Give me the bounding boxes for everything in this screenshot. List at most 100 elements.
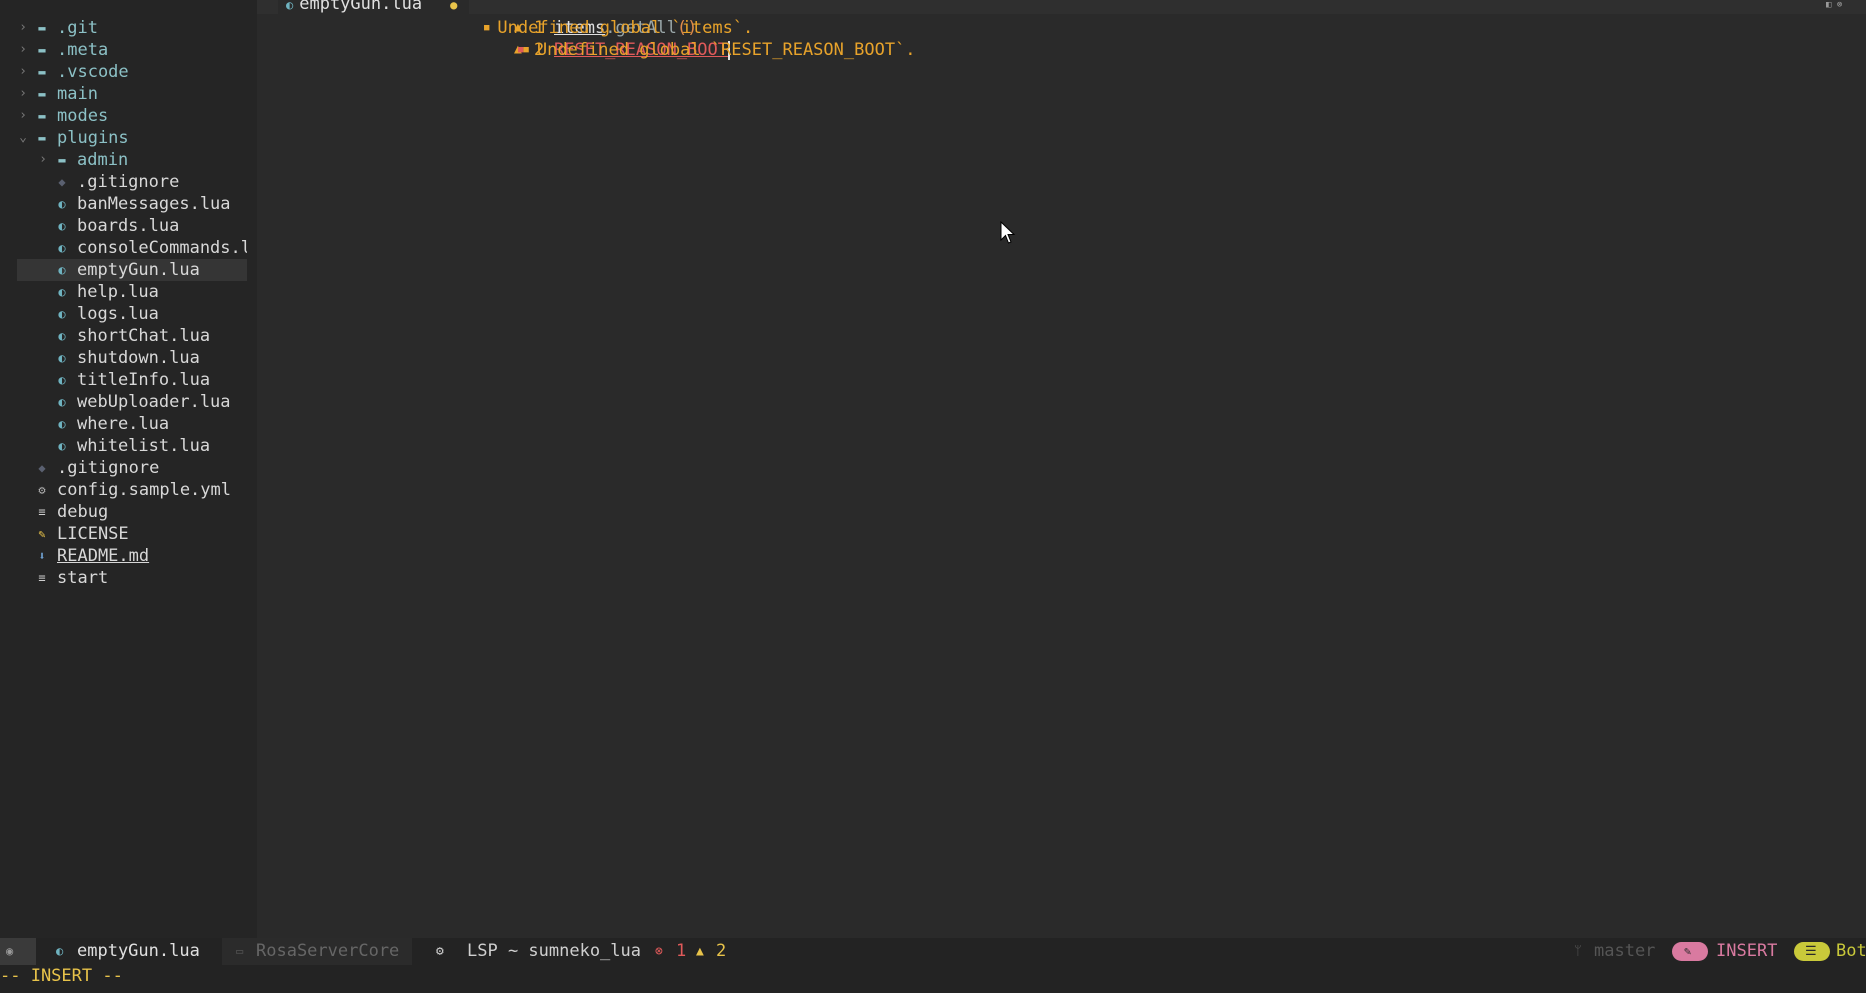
tab-emptygun[interactable]: ◐ emptyGun.lua ● <box>278 0 470 14</box>
file-explorer: › ▬ .git › ▬ .meta › ▬ .vscode › ▬ main › ▬ modes ⌄ ▬ plu… <box>0 0 257 938</box>
diagnostic-line-1: ■ Undefined global `items`. <box>484 17 753 39</box>
status-position: Bot <box>1836 941 1866 961</box>
status-lsp: LSP ~ sumneko_lua <box>467 941 641 961</box>
status-line: ◉ ◐ emptyGun.lua ▭ RosaServerCore ⚙ LSP … <box>0 938 1866 965</box>
warning-icon: ▲ <box>696 944 704 959</box>
tree-item-label: .git <box>57 18 98 38</box>
tree-file-shutdown-lua[interactable]: ◐ shutdown.lua <box>0 347 247 369</box>
tree-item-label: modes <box>57 106 109 126</box>
tree-item-label: logs.lua <box>77 304 159 324</box>
tree-file-start[interactable]: ≡ start <box>0 567 247 589</box>
lua-file-icon: ◐ <box>58 395 66 409</box>
folder-icon: ▬ <box>38 65 46 79</box>
tree-item-label: banMessages.lua <box>77 194 231 214</box>
record-icon: ◉ <box>6 944 14 958</box>
tree-file-titleinfo-lua[interactable]: ◐ titleInfo.lua <box>0 369 247 391</box>
text-file-icon: ≡ <box>38 571 46 585</box>
status-errors: 1 <box>676 941 687 961</box>
tree-file-emptygun-lua[interactable]: ◐ emptyGun.lua <box>17 259 247 281</box>
tree-folder-admin[interactable]: › ▬ admin <box>0 149 247 171</box>
chevron-down-icon[interactable]: ⌄ <box>16 127 30 149</box>
tree-file-debug[interactable]: ≡ debug <box>0 501 247 523</box>
tree-item-label: config.sample.yml <box>57 480 231 500</box>
lines-icon: ☰ <box>1805 944 1817 959</box>
markdown-file-icon: ⬇ <box>38 549 46 563</box>
status-mode: INSERT <box>1716 941 1778 961</box>
lsp-gear-icon: ⚙ <box>436 944 444 959</box>
status-project: RosaServerCore <box>256 941 400 961</box>
git-file-icon: ◆ <box>58 175 66 189</box>
lua-file-icon: ◐ <box>58 219 66 233</box>
lua-file-icon: ◐ <box>58 417 66 431</box>
tree-item-label: .gitignore <box>77 172 180 192</box>
tree-item-label: plugins <box>57 128 129 148</box>
mouse-pointer-icon <box>1000 221 1016 244</box>
tree-file-license[interactable]: ✎ LICENSE <box>0 523 247 545</box>
tree-file-config-sample-yml[interactable]: ⚙ config.sample.yml <box>0 479 247 501</box>
tab-label: emptyGun.lua <box>299 0 423 14</box>
lua-file-icon: ◐ <box>58 439 66 453</box>
diagnostic-line-2: ■■ Undefined global `RESET_REASON_BOOT`. <box>518 39 916 61</box>
tree-item-label: shutdown.lua <box>77 348 200 368</box>
tree-folder-vscode[interactable]: › ▬ .vscode <box>0 61 247 83</box>
folder-icon: ▬ <box>58 153 66 167</box>
status-filename: emptyGun.lua <box>77 941 200 961</box>
tree-item-label: README.md <box>57 546 150 566</box>
tree-item-label: emptyGun.lua <box>77 260 200 280</box>
tree-folder-modes[interactable]: › ▬ modes <box>0 105 247 127</box>
tree-file-help-lua[interactable]: ◐ help.lua <box>0 281 247 303</box>
tree-file-whitelist-lua[interactable]: ◐ whitelist.lua <box>0 435 247 457</box>
tree-item-label: boards.lua <box>77 216 180 236</box>
folder-icon: ▬ <box>38 87 46 101</box>
tree-item-label: main <box>57 84 98 104</box>
chevron-right-icon[interactable]: › <box>36 149 50 171</box>
chevron-right-icon[interactable]: › <box>16 17 30 39</box>
command-line[interactable]: -- INSERT -- <box>0 965 1866 993</box>
chevron-right-icon[interactable]: › <box>16 105 30 127</box>
tree-folder-meta[interactable]: › ▬ .meta <box>0 39 247 61</box>
text-file-icon: ≡ <box>38 505 46 519</box>
config-file-icon: ⚙ <box>38 483 46 497</box>
tree-item-label: titleInfo.lua <box>77 370 211 390</box>
git-file-icon: ◆ <box>38 461 46 475</box>
tree-file-webuploader-lua[interactable]: ◐ webUploader.lua <box>0 391 247 413</box>
tree-item-label: shortChat.lua <box>77 326 211 346</box>
tree-item-label: start <box>57 568 109 588</box>
editor-pane[interactable] <box>257 0 1866 938</box>
lua-file-icon: ◐ <box>286 0 294 12</box>
chevron-right-icon[interactable]: › <box>16 61 30 83</box>
chevron-right-icon[interactable]: › <box>16 39 30 61</box>
tree-file-gitignore[interactable]: ◆ .gitignore <box>0 171 247 193</box>
tree-item-label: consoleCommands.l <box>77 238 247 258</box>
tree-item-label: .gitignore <box>57 458 160 478</box>
chevron-right-icon[interactable]: › <box>16 83 30 105</box>
tree-folder-plugins[interactable]: ⌄ ▬ plugins <box>0 127 247 149</box>
git-branch-icon: ᛘ <box>1574 944 1582 959</box>
tree-file-banmessages-lua[interactable]: ◐ banMessages.lua <box>0 193 247 215</box>
lua-file-icon: ◐ <box>58 263 66 277</box>
lua-file-icon: ◐ <box>58 307 66 321</box>
lua-file-icon: ◐ <box>58 197 66 211</box>
tree-file-logs-lua[interactable]: ◐ logs.lua <box>0 303 247 325</box>
tree-file-boards-lua[interactable]: ◐ boards.lua <box>0 215 247 237</box>
folder-icon: ▬ <box>38 43 46 57</box>
error-icon: ⊗ <box>655 944 663 959</box>
tree-file-readme-md[interactable]: ⬇ README.md <box>0 545 247 567</box>
window-controls[interactable]: ◧ ⊗ <box>1826 0 1866 10</box>
tree-item-label: whitelist.lua <box>77 436 211 456</box>
tree-folder-main[interactable]: › ▬ main <box>0 83 247 105</box>
warning-square-icon: ■ <box>484 23 490 33</box>
tree-item-label: help.lua <box>77 282 159 302</box>
tab-bar <box>257 0 1866 14</box>
tree-file-consolecommands-l[interactable]: ◐ consoleCommands.l <box>0 237 247 259</box>
diagnostic-message: Undefined global `items`. <box>497 18 754 38</box>
tree-item-label: .meta <box>57 40 109 60</box>
tree-item-label: admin <box>77 150 129 170</box>
tree-file-gitignore[interactable]: ◆ .gitignore <box>0 457 247 479</box>
diagnostic-message: Undefined global `RESET_REASON_BOOT`. <box>536 40 916 60</box>
tree-file-where-lua[interactable]: ◐ where.lua <box>0 413 247 435</box>
license-file-icon: ✎ <box>38 527 46 541</box>
tree-file-shortchat-lua[interactable]: ◐ shortChat.lua <box>0 325 247 347</box>
lua-file-icon: ◐ <box>58 241 66 255</box>
tree-folder-git[interactable]: › ▬ .git <box>0 17 247 39</box>
